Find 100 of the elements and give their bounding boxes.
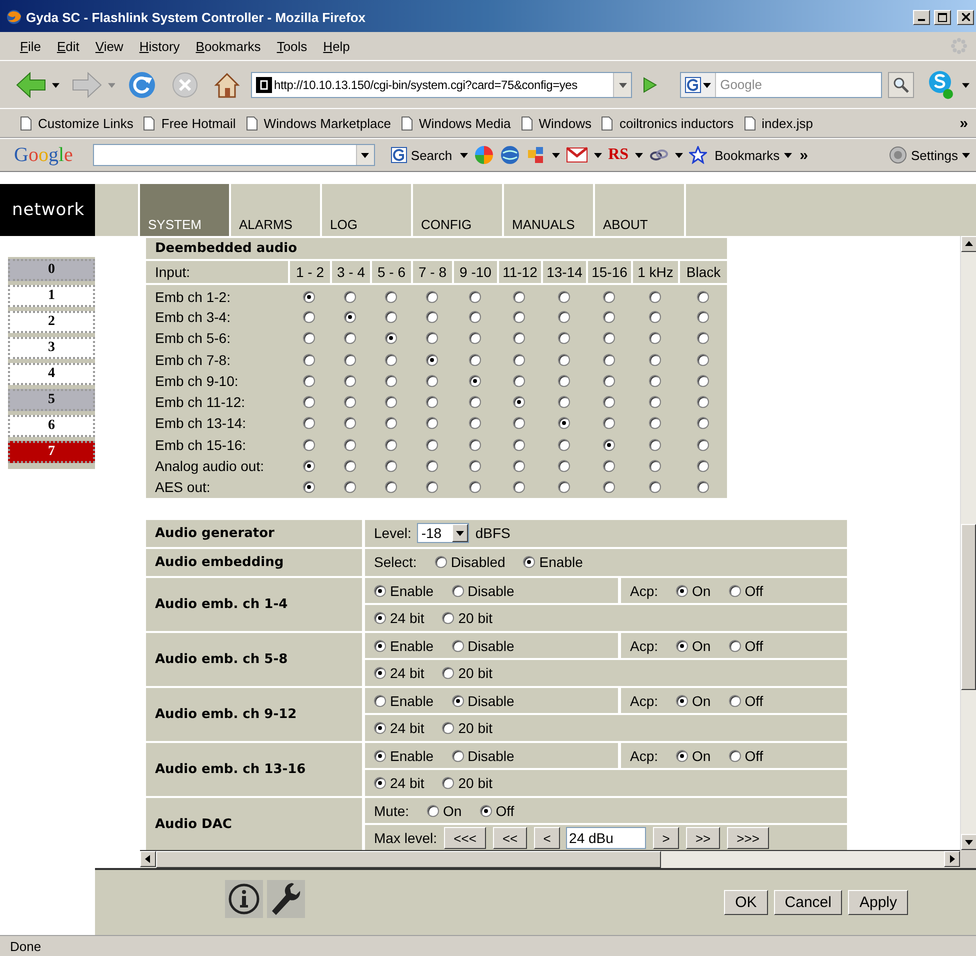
radio-button[interactable] <box>344 438 356 451</box>
radio-button[interactable] <box>344 460 356 472</box>
radio-button[interactable] <box>513 438 525 451</box>
radio-button[interactable] <box>648 374 660 387</box>
radio-button[interactable] <box>344 354 356 366</box>
radio-button[interactable] <box>648 354 660 366</box>
radio-button[interactable] <box>426 374 438 387</box>
nav-tab[interactable]: SYSTEM <box>140 184 229 236</box>
radio-option[interactable]: 20 bit <box>442 610 492 626</box>
radio-button[interactable] <box>384 417 396 430</box>
radio-button[interactable] <box>602 460 614 472</box>
vertical-scrollbar[interactable] <box>960 236 976 850</box>
scrollbar-thumb[interactable] <box>156 851 661 868</box>
radio-button[interactable] <box>513 354 525 366</box>
radio-button[interactable] <box>344 481 356 494</box>
menu-item[interactable]: Edit <box>48 36 88 56</box>
reload-button[interactable] <box>127 70 157 100</box>
radio-button[interactable] <box>303 374 315 387</box>
dialog-button[interactable]: OK <box>724 890 768 915</box>
step-button[interactable]: >> <box>686 827 720 850</box>
radio-option[interactable]: 24 bit <box>374 720 424 736</box>
radio-button[interactable] <box>303 396 315 408</box>
nav-tab[interactable]: LOG <box>322 184 411 236</box>
radio-button[interactable] <box>602 396 614 408</box>
minimize-button[interactable] <box>913 10 930 24</box>
radio-button[interactable] <box>468 417 480 430</box>
radio-button[interactable] <box>648 481 660 494</box>
radio-button[interactable] <box>513 291 525 304</box>
radio-option[interactable]: Disable <box>452 582 514 599</box>
radio-button[interactable] <box>468 396 480 408</box>
scrollbar-thumb[interactable] <box>961 524 976 690</box>
radio-button[interactable] <box>558 417 570 430</box>
radio-button[interactable] <box>696 396 708 408</box>
radio-option[interactable]: On <box>676 638 711 654</box>
radio-button[interactable] <box>384 374 396 387</box>
radio-button[interactable] <box>303 481 315 494</box>
bookmarks-overflow-button[interactable]: » <box>960 114 968 132</box>
radio-option[interactable]: Enable <box>374 748 434 764</box>
step-button[interactable]: < <box>534 827 560 850</box>
step-button[interactable]: << <box>493 827 528 850</box>
radio-button[interactable] <box>558 438 570 451</box>
bookmark-link[interactable]: coiltronics inductors <box>601 116 734 130</box>
radio-button[interactable] <box>384 460 396 472</box>
radio-button[interactable] <box>426 460 438 472</box>
tools-button[interactable] <box>267 880 305 918</box>
card-slot[interactable]: 6 <box>8 415 95 437</box>
radio-option[interactable]: 24 bit <box>374 775 424 792</box>
radio-option[interactable]: 20 bit <box>442 665 492 682</box>
card-slot[interactable]: 2 <box>8 311 95 333</box>
radio-button[interactable] <box>648 417 660 430</box>
bookmark-link[interactable]: Windows <box>520 116 592 130</box>
radio-button[interactable] <box>344 396 356 408</box>
radio-button[interactable] <box>513 310 525 323</box>
radio-button[interactable] <box>558 396 570 408</box>
toolbar-search-button[interactable]: Search <box>388 147 454 163</box>
menu-item[interactable]: History <box>131 36 188 56</box>
radio-option[interactable]: Disabled <box>434 554 506 570</box>
level-input[interactable]: 24 dBu <box>566 827 646 850</box>
bookmarks-menu-button[interactable]: Bookmarks <box>712 148 794 162</box>
radio-button[interactable] <box>344 374 356 387</box>
address-field[interactable]: http://10.10.13.150/cgi-bin/system.cgi?card=75&config=yes <box>272 78 614 92</box>
radio-button[interactable] <box>344 291 356 304</box>
scroll-right-button[interactable] <box>944 851 960 867</box>
dropdown-button[interactable] <box>356 145 374 165</box>
menu-item[interactable]: Help <box>315 36 358 56</box>
radio-button[interactable] <box>513 396 525 408</box>
radio-option[interactable]: Off <box>728 638 764 654</box>
radio-option[interactable]: Disable <box>452 692 514 709</box>
radio-button[interactable] <box>602 354 614 366</box>
rs-button[interactable]: RS <box>608 146 629 164</box>
radio-button[interactable] <box>513 374 525 387</box>
history-dropdown-button[interactable] <box>613 72 632 96</box>
radio-button[interactable] <box>696 417 708 430</box>
radio-option[interactable]: Off <box>728 692 764 709</box>
radio-option[interactable]: Off <box>480 802 514 819</box>
step-button[interactable]: >>> <box>727 827 770 850</box>
radio-button[interactable] <box>426 291 438 304</box>
radio-button[interactable] <box>558 332 570 344</box>
radio-button[interactable] <box>558 460 570 472</box>
radio-option[interactable]: On <box>676 692 711 709</box>
scroll-up-button[interactable] <box>961 236 976 252</box>
radio-button[interactable] <box>468 310 480 323</box>
radio-option[interactable]: Enable <box>374 582 434 599</box>
bookmark-link[interactable]: Customize Links <box>20 116 134 130</box>
card-slot[interactable]: 7 <box>8 441 95 463</box>
radio-button[interactable] <box>344 332 356 344</box>
info-button[interactable] <box>225 880 263 918</box>
radio-button[interactable] <box>468 460 480 472</box>
search-button[interactable] <box>888 72 914 98</box>
radio-button[interactable] <box>602 417 614 430</box>
radio-option[interactable]: Off <box>728 748 764 764</box>
radio-button[interactable] <box>696 460 708 472</box>
radio-button[interactable] <box>602 310 614 323</box>
radio-button[interactable] <box>426 417 438 430</box>
menu-item[interactable]: Tools <box>268 36 316 56</box>
search-box[interactable]: Google <box>680 72 882 98</box>
radio-button[interactable] <box>648 291 660 304</box>
nav-tab[interactable]: MANUALS <box>504 184 593 236</box>
home-button[interactable] <box>213 70 241 98</box>
card-slot[interactable]: 3 <box>8 337 95 359</box>
